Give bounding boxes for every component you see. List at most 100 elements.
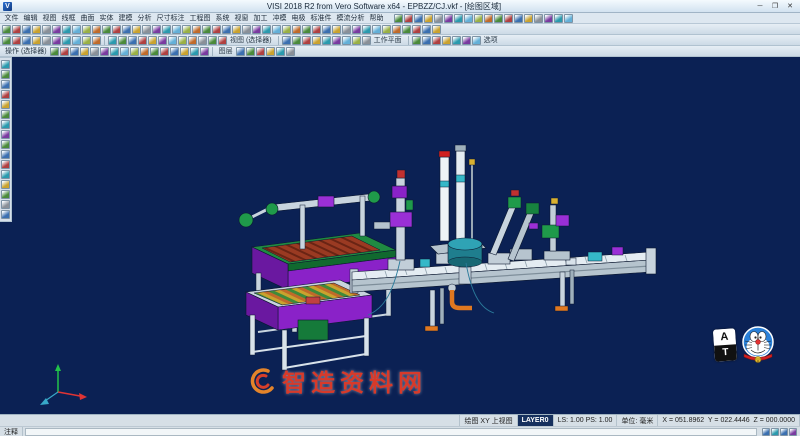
toolbar-icon[interactable] bbox=[1, 160, 10, 169]
toolbar-icon[interactable] bbox=[1, 60, 10, 69]
toolbar-icon[interactable] bbox=[266, 47, 275, 56]
menu-item[interactable]: 视图 bbox=[40, 13, 59, 23]
toolbar-icon[interactable] bbox=[282, 36, 291, 45]
toolbar-icon[interactable] bbox=[1, 200, 10, 209]
menu-item[interactable]: 建模 bbox=[116, 13, 135, 23]
toolbar-icon[interactable] bbox=[422, 25, 431, 34]
toolbar-icon[interactable] bbox=[142, 25, 151, 34]
toolbar-icon[interactable] bbox=[82, 25, 91, 34]
toolbar-icon[interactable] bbox=[118, 36, 127, 45]
toolbar-icon[interactable] bbox=[148, 36, 157, 45]
toolbar-icon[interactable] bbox=[1, 170, 10, 179]
toolbar-icon[interactable] bbox=[72, 36, 81, 45]
toolbar-icon[interactable] bbox=[132, 25, 141, 34]
toolbar-icon[interactable] bbox=[62, 25, 71, 34]
toolbar-icon[interactable] bbox=[222, 25, 231, 34]
toolbar-icon[interactable] bbox=[32, 25, 41, 34]
toolbar-icon[interactable] bbox=[180, 47, 189, 56]
toolbar-icon[interactable] bbox=[372, 25, 381, 34]
toolbar-icon[interactable] bbox=[12, 25, 21, 34]
toolbar-icon[interactable] bbox=[62, 36, 71, 45]
toolbar-icon[interactable] bbox=[158, 36, 167, 45]
toolbar-icon[interactable] bbox=[246, 47, 255, 56]
toolbar-icon[interactable] bbox=[1, 90, 10, 99]
status-scale[interactable]: LS: 1.00 PS: 1.00 bbox=[554, 415, 618, 426]
toolbar-icon[interactable] bbox=[110, 47, 119, 56]
toolbar-icon[interactable] bbox=[112, 25, 121, 34]
toolbar-icon[interactable] bbox=[80, 47, 89, 56]
toolbar-icon[interactable] bbox=[444, 14, 453, 23]
toolbar-icon[interactable] bbox=[82, 36, 91, 45]
toolbar-icon[interactable] bbox=[236, 47, 245, 56]
toolbar-icon[interactable] bbox=[282, 25, 291, 34]
toolbar-icon[interactable] bbox=[190, 47, 199, 56]
toolbar-icon[interactable] bbox=[188, 36, 197, 45]
toolbar-icon[interactable] bbox=[404, 14, 413, 23]
toolbar-icon[interactable] bbox=[168, 36, 177, 45]
toolbar-icon[interactable] bbox=[32, 36, 41, 45]
toolbar-icon[interactable] bbox=[474, 14, 483, 23]
toolbar-icon[interactable] bbox=[432, 36, 441, 45]
toolbar-icon[interactable] bbox=[424, 14, 433, 23]
toolbar-icon[interactable] bbox=[1, 80, 10, 89]
toolbar-icon[interactable] bbox=[412, 36, 421, 45]
toolbar-icon[interactable] bbox=[160, 47, 169, 56]
toolbar-icon[interactable] bbox=[170, 47, 179, 56]
toolbar-icon[interactable] bbox=[192, 25, 201, 34]
toolbar-icon[interactable] bbox=[218, 36, 227, 45]
toolbar-icon[interactable] bbox=[292, 36, 301, 45]
toolbar-icon[interactable] bbox=[162, 25, 171, 34]
toolbar-icon[interactable] bbox=[60, 47, 69, 56]
menu-item[interactable]: 工程图 bbox=[187, 13, 213, 23]
toolbar-icon[interactable] bbox=[564, 14, 573, 23]
menu-item[interactable]: 电极 bbox=[289, 13, 308, 23]
status-workplane[interactable]: 绘图 XY 上视图 bbox=[460, 415, 517, 426]
toolbar-icon[interactable] bbox=[472, 36, 481, 45]
menu-item[interactable]: 线框 bbox=[59, 13, 78, 23]
toolbar-icon[interactable] bbox=[286, 47, 295, 56]
toolbar-icon[interactable] bbox=[422, 36, 431, 45]
toolbar-icon[interactable] bbox=[432, 25, 441, 34]
toolbar-icon[interactable] bbox=[1, 100, 10, 109]
toolbar-icon[interactable] bbox=[1, 110, 10, 119]
toolbar-icon[interactable] bbox=[198, 36, 207, 45]
toolbar-icon[interactable] bbox=[22, 36, 31, 45]
toolbar-icon[interactable] bbox=[52, 36, 61, 45]
toolbar-icon[interactable] bbox=[92, 25, 101, 34]
toolbar-icon[interactable] bbox=[2, 25, 11, 34]
status-icon[interactable] bbox=[789, 428, 797, 436]
menu-item[interactable]: 分析 bbox=[135, 13, 154, 23]
close-button[interactable]: ✕ bbox=[783, 1, 797, 12]
toolbar-icon[interactable] bbox=[130, 47, 139, 56]
toolbar-icon[interactable] bbox=[12, 36, 21, 45]
toolbar-icon[interactable] bbox=[1, 120, 10, 129]
toolbar-icon[interactable] bbox=[212, 25, 221, 34]
toolbar-icon[interactable] bbox=[342, 25, 351, 34]
status-layer-badge[interactable]: LAYER0 bbox=[518, 415, 554, 426]
toolbar-icon[interactable] bbox=[332, 36, 341, 45]
menu-item[interactable]: 帮助 bbox=[367, 13, 386, 23]
toolbar-icon[interactable] bbox=[42, 36, 51, 45]
toolbar-icon[interactable] bbox=[484, 14, 493, 23]
toolbar-icon[interactable] bbox=[322, 36, 331, 45]
menu-item[interactable]: 加工 bbox=[251, 13, 270, 23]
toolbar-icon[interactable] bbox=[352, 25, 361, 34]
toolbar-icon[interactable] bbox=[1, 140, 10, 149]
status-icon[interactable] bbox=[780, 428, 788, 436]
toolbar-icon[interactable] bbox=[382, 25, 391, 34]
toolbar-icon[interactable] bbox=[252, 25, 261, 34]
toolbar-icon[interactable] bbox=[178, 36, 187, 45]
minimize-button[interactable]: ─ bbox=[753, 1, 767, 12]
toolbar-icon[interactable] bbox=[92, 36, 101, 45]
menu-item[interactable]: 模流分析 bbox=[334, 13, 367, 23]
menu-item[interactable]: 曲面 bbox=[78, 13, 97, 23]
status-icon[interactable] bbox=[762, 428, 770, 436]
toolbar-icon[interactable] bbox=[434, 14, 443, 23]
toolbar-icon[interactable] bbox=[138, 36, 147, 45]
toolbar-icon[interactable] bbox=[276, 47, 285, 56]
toolbar-icon[interactable] bbox=[70, 47, 79, 56]
menu-item[interactable]: 文件 bbox=[2, 13, 21, 23]
toolbar-icon[interactable] bbox=[50, 47, 59, 56]
toolbar-icon[interactable] bbox=[412, 25, 421, 34]
toolbar-icon[interactable] bbox=[100, 47, 109, 56]
